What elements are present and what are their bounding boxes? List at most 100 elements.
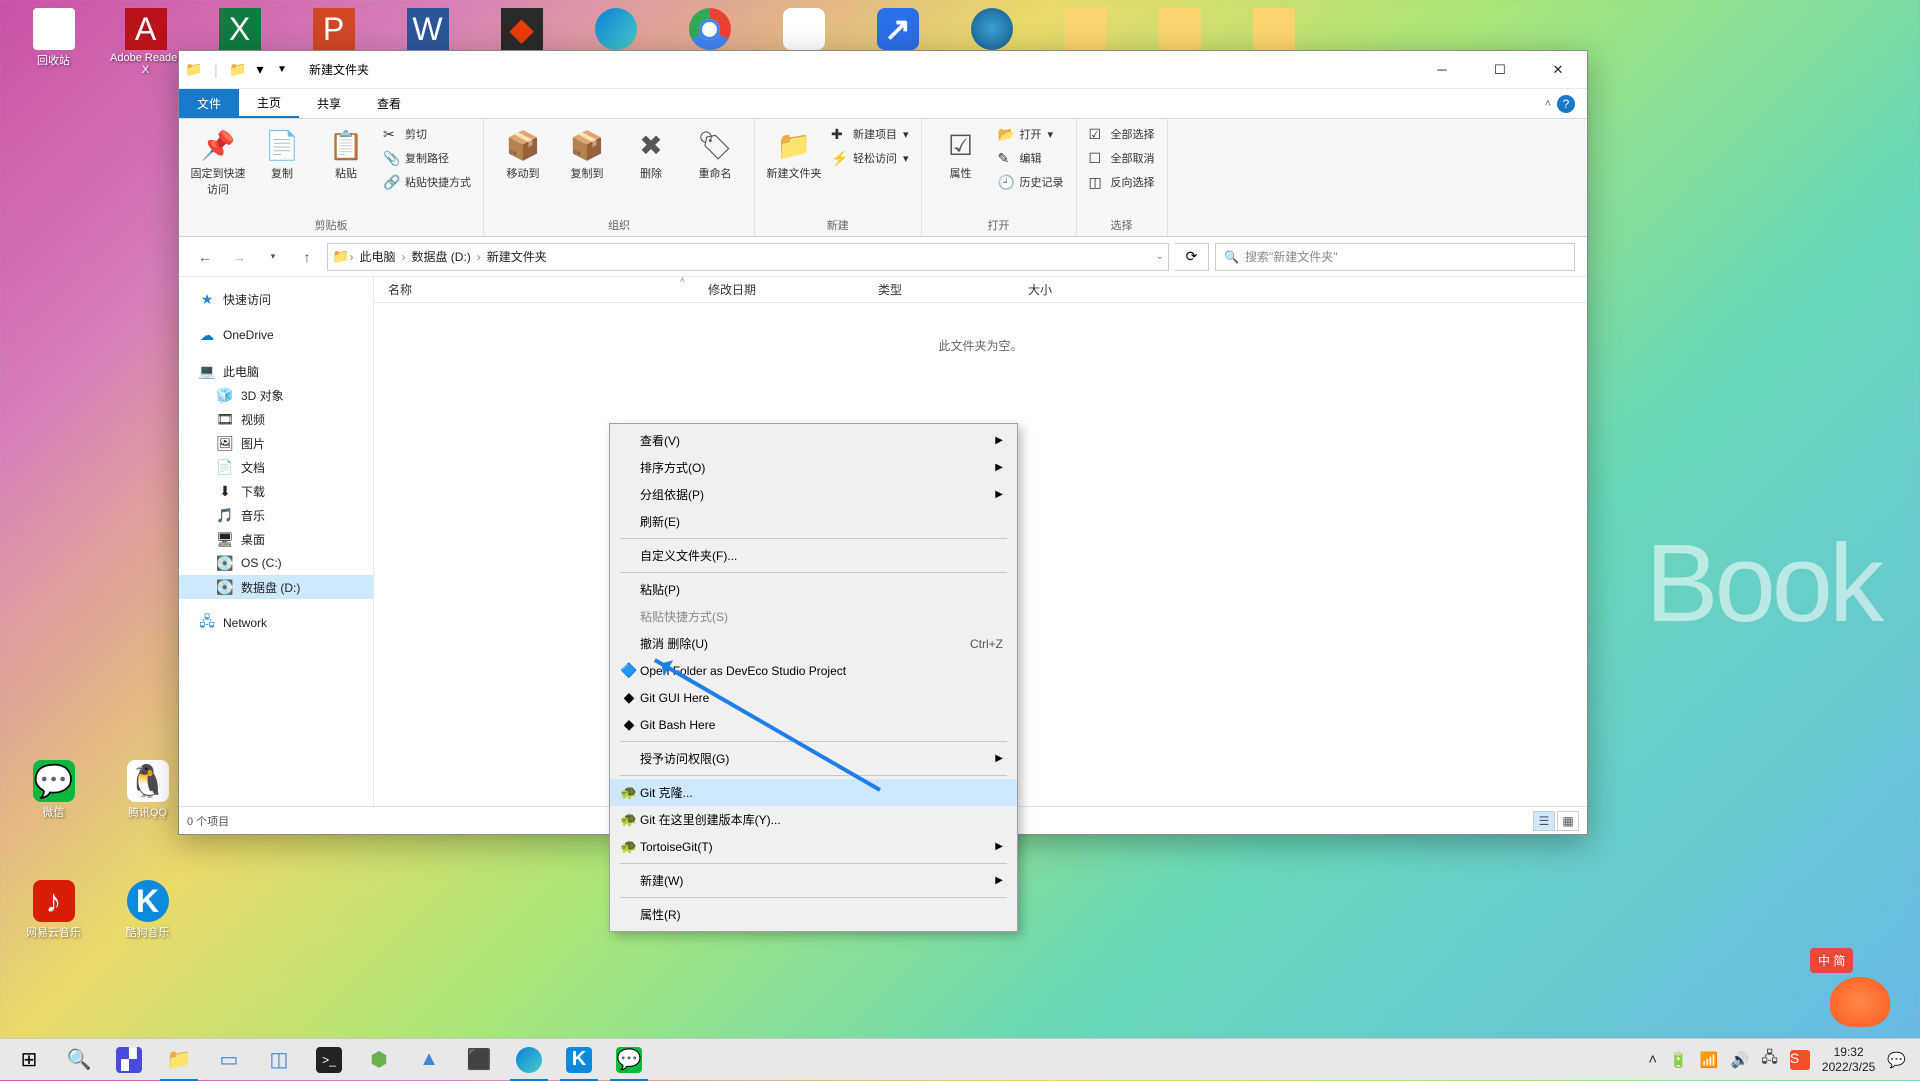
select-all-button[interactable]: ☑全部选择 <box>1087 123 1157 145</box>
cut-button[interactable]: ✂剪切 <box>381 123 473 145</box>
tree-child-6[interactable]: 🖥桌面 <box>179 527 373 551</box>
back-button[interactable]: ← <box>191 243 219 271</box>
tb-wechat[interactable]: 💬 <box>604 1039 654 1081</box>
tb-app-6[interactable]: ▲ <box>404 1039 454 1081</box>
tree-child-7[interactable]: 💽OS (C:) <box>179 551 373 575</box>
tab-view[interactable]: 查看 <box>359 89 419 118</box>
desktop-icon-word[interactable]: W <box>390 8 465 52</box>
desktop-icon-recycle[interactable]: 🗑回收站 <box>16 8 91 68</box>
refresh-button[interactable]: ⟳ <box>1175 243 1209 271</box>
history-button[interactable]: 🕘历史记录 <box>996 171 1066 193</box>
desktop-icon-folder-3[interactable] <box>1236 8 1311 52</box>
close-button[interactable]: ✕ <box>1529 51 1587 89</box>
tree-quick-access[interactable]: ★快速访问 <box>179 287 373 311</box>
ctx-item-1[interactable]: 排序方式(O)▶ <box>610 454 1017 481</box>
tab-file[interactable]: 文件 <box>179 89 239 118</box>
open-button[interactable]: 📂打开 ▾ <box>996 123 1066 145</box>
tree-child-2[interactable]: 🖼图片 <box>179 431 373 455</box>
tree-child-5[interactable]: 🎵音乐 <box>179 503 373 527</box>
edit-button[interactable]: ✎编辑 <box>996 147 1066 169</box>
start-button[interactable]: ⊞ <box>4 1039 54 1081</box>
invert-select-button[interactable]: ◫反向选择 <box>1087 171 1157 193</box>
easy-access-button[interactable]: ⚡轻松访问 ▾ <box>829 147 911 169</box>
ctx-item-17[interactable]: 🐢Git 在这里创建版本库(Y)... <box>610 806 1017 833</box>
qat-dropdown-icon[interactable]: ▾ <box>251 61 269 79</box>
paste-button[interactable]: 📋粘贴 <box>317 123 375 181</box>
tree-onedrive[interactable]: ☁OneDrive <box>179 323 373 347</box>
addr-dropdown-icon[interactable]: ⌄ <box>1156 251 1164 262</box>
desktop-icon-adobe[interactable]: AAdobe Reader X <box>108 8 183 76</box>
tb-app-3[interactable]: ▭ <box>204 1039 254 1081</box>
tb-edge[interactable] <box>504 1039 554 1081</box>
ctx-item-11[interactable]: ◆Git GUI Here <box>610 684 1017 711</box>
volume-icon[interactable]: 🔊 <box>1731 1051 1750 1069</box>
desktop-icon-chrome[interactable] <box>672 8 747 52</box>
tree-child-3[interactable]: 📄文档 <box>179 455 373 479</box>
ctx-item-5[interactable]: 自定义文件夹(F)... <box>610 542 1017 569</box>
crumb-pc[interactable]: 此电脑 <box>353 248 401 265</box>
search-input[interactable]: 🔍 搜索"新建文件夹" <box>1215 243 1575 271</box>
col-type[interactable]: 类型 <box>864 277 1014 302</box>
tree-child-8[interactable]: 💽数据盘 (D:) <box>179 575 373 599</box>
ctx-item-9[interactable]: 撤消 删除(U)Ctrl+Z <box>610 630 1017 657</box>
desktop-icon-folder-2[interactable] <box>1142 8 1217 52</box>
tb-app-5[interactable]: ⬢ <box>354 1039 404 1081</box>
desktop-icon-folder-1[interactable] <box>1048 8 1123 52</box>
wifi-icon[interactable]: 📶 <box>1700 1051 1719 1069</box>
ctx-item-22[interactable]: 属性(R) <box>610 901 1017 928</box>
desktop-icon-edge[interactable] <box>578 8 653 52</box>
new-item-button[interactable]: ✚新建项目 ▾ <box>829 123 911 145</box>
crumb-drive[interactable]: 数据盘 (D:) <box>405 248 476 265</box>
desktop-icon-netease[interactable]: ♪网易云音乐 <box>16 880 91 940</box>
col-size[interactable]: 大小 <box>1014 277 1124 302</box>
maximize-button[interactable]: ☐ <box>1471 51 1529 89</box>
tree-child-4[interactable]: ⬇下载 <box>179 479 373 503</box>
moveto-button[interactable]: 📦移动到 <box>494 123 552 181</box>
desktop-icon-office[interactable]: ◆ <box>484 8 559 52</box>
copy-path-button[interactable]: 📎复制路径 <box>381 147 473 169</box>
crumb-folder[interactable]: 新建文件夹 <box>481 248 553 265</box>
tb-kugou[interactable]: K <box>554 1039 604 1081</box>
ctx-item-12[interactable]: ◆Git Bash Here <box>610 711 1017 738</box>
tb-explorer[interactable]: 📁 <box>154 1039 204 1081</box>
desktop-icon-excel[interactable]: X <box>202 8 277 52</box>
paste-shortcut-button[interactable]: 🔗粘贴快捷方式 <box>381 171 473 193</box>
help-icon[interactable]: ? <box>1557 95 1575 113</box>
ime-mascot[interactable]: 中 简 <box>1810 948 1900 1028</box>
notifications-icon[interactable]: 💬 <box>1887 1051 1906 1069</box>
tab-share[interactable]: 共享 <box>299 89 359 118</box>
properties-button[interactable]: ☑属性 <box>932 123 990 181</box>
qat-folder-icon[interactable]: 📁 <box>229 61 247 79</box>
titlebar[interactable]: 📁 | 📁 ▾ ▼ 新建文件夹 ─ ☐ ✕ <box>179 51 1587 89</box>
ctx-item-20[interactable]: 新建(W)▶ <box>610 867 1017 894</box>
desktop-icon-wechat[interactable]: 💬微信 <box>16 760 91 820</box>
desktop-icon-kugou[interactable]: K酷狗音乐 <box>110 880 185 940</box>
ctx-item-0[interactable]: 查看(V)▶ <box>610 427 1017 454</box>
minimize-button[interactable]: ─ <box>1413 51 1471 89</box>
desktop-icon-todesk[interactable]: ↗ <box>860 8 935 52</box>
tb-terminal[interactable]: >_ <box>304 1039 354 1081</box>
desktop-icon-qq[interactable]: 🐧腾讯QQ <box>110 760 185 820</box>
address-bar[interactable]: 📁 › 此电脑 › 数据盘 (D:) › 新建文件夹 ⌄ <box>327 243 1169 271</box>
ctx-item-18[interactable]: 🐢TortoiseGit(T)▶ <box>610 833 1017 860</box>
new-folder-button[interactable]: 📁新建文件夹 <box>765 123 823 181</box>
view-details-button[interactable]: ☰ <box>1533 811 1555 831</box>
ribbon-collapse-icon[interactable]: ˄ <box>1545 98 1551 110</box>
ctx-item-7[interactable]: 粘贴(P) <box>610 576 1017 603</box>
qat-overflow-icon[interactable]: ▼ <box>273 61 291 79</box>
select-none-button[interactable]: ☐全部取消 <box>1087 147 1157 169</box>
ctx-item-2[interactable]: 分组依据(P)▶ <box>610 481 1017 508</box>
tree-child-0[interactable]: 🧊3D 对象 <box>179 383 373 407</box>
tree-child-1[interactable]: 🎞视频 <box>179 407 373 431</box>
tray-expand-icon[interactable]: ˄ <box>1648 1051 1657 1068</box>
battery-icon[interactable]: 🔋 <box>1669 1051 1688 1069</box>
network-icon[interactable]: 🖧 <box>1761 1047 1778 1072</box>
desktop-icon-globe[interactable] <box>954 8 1029 52</box>
tree-this-pc[interactable]: 💻此电脑 <box>179 359 373 383</box>
forward-button[interactable]: → <box>225 243 253 271</box>
col-modified[interactable]: 修改日期 <box>694 277 864 302</box>
recent-dropdown-icon[interactable]: ▾ <box>259 243 287 271</box>
desktop-icon-ppt[interactable]: P <box>296 8 371 52</box>
copyto-button[interactable]: 📦复制到 <box>558 123 616 181</box>
tb-app-1[interactable]: ▞ <box>104 1039 154 1081</box>
